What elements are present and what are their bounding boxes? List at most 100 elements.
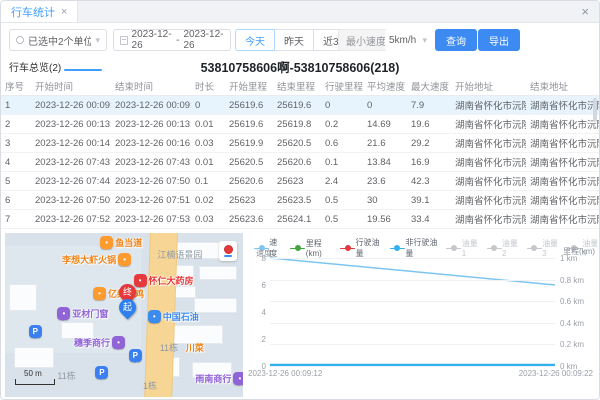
chart-plot: 1 km0.8 km0.6 km0.4 km0.2 km0 km86420: [270, 258, 555, 366]
table-cell: 湖南省怀化市沅陵县沅...: [526, 155, 600, 169]
table-cell: 湖南省怀化市沅陵县沅...: [526, 193, 600, 207]
poi-marker[interactable]: 雨南商行•: [195, 372, 243, 385]
legend-item[interactable]: 里程(km): [290, 238, 332, 258]
column-header[interactable]: 开始时间: [31, 79, 111, 93]
legend-item[interactable]: 行驶油量: [340, 237, 382, 259]
table-cell: 2023-12-26 07:43:48: [111, 157, 191, 168]
table-cell: 湖南省怀化市沅陵县沅...: [451, 155, 526, 169]
min-speed-select[interactable]: 5km/h ▾: [385, 29, 431, 51]
table-cell: 2023-12-26 00:16:18: [111, 138, 191, 149]
legend-line-icon: [340, 245, 352, 252]
tab-close-icon[interactable]: ×: [61, 6, 67, 18]
legend-label: 里程(km): [306, 238, 332, 258]
column-header[interactable]: 结束地址: [526, 79, 600, 93]
table-cell: 2023-12-26 07:50:09: [111, 176, 191, 187]
table-cell: 2023-12-26 00:13:02: [31, 119, 111, 130]
table-cell: 4: [1, 157, 31, 168]
table-cell: 0.01: [191, 119, 225, 130]
table-cell: 2023-12-26 00:09:12: [31, 100, 111, 111]
expand-icon[interactable]: ›: [328, 33, 332, 45]
column-header[interactable]: 结束里程: [273, 79, 321, 93]
legend-item[interactable]: 油量2: [487, 238, 519, 258]
column-header[interactable]: 结束时间: [111, 79, 191, 93]
close-icon[interactable]: ×: [581, 4, 589, 19]
date-range-picker[interactable]: 2023-12-26 - 2023-12-26: [113, 29, 231, 51]
column-header[interactable]: 开始里程: [225, 79, 273, 93]
date-separator: -: [176, 35, 179, 46]
poi-pin-icon: •: [118, 253, 131, 266]
table-cell: 湖南省怀化市沅陵县沅...: [526, 98, 600, 112]
poi-marker[interactable]: •鱼当道: [100, 236, 142, 249]
legend-label: 油量2: [502, 238, 519, 258]
legend-item[interactable]: 油量1: [446, 238, 478, 258]
poi-label[interactable]: 川菜: [186, 341, 204, 354]
column-header[interactable]: 时长: [191, 79, 225, 93]
table-cell: 2023-12-26 07:52:00: [31, 214, 111, 225]
table-scrollbar-thumb[interactable]: [593, 98, 597, 122]
legend-item[interactable]: 非行驶油量: [390, 237, 438, 259]
tab-driving-overview[interactable]: 行车总览(2): [9, 59, 61, 74]
table-cell: 5: [1, 176, 31, 187]
poi-marker[interactable]: 穗季商行•: [74, 336, 125, 349]
quick-range-button[interactable]: 今天: [235, 29, 275, 51]
traffic-layer-control[interactable]: [219, 241, 237, 261]
y-left-tick: 4: [262, 308, 270, 317]
table-row[interactable]: 22023-12-26 00:13:022023-12-26 00:13:510…: [1, 115, 600, 134]
quick-range-button[interactable]: 昨天: [274, 29, 314, 51]
traffic-light-icon: [224, 245, 233, 254]
y-right-tick: 1 km: [555, 254, 577, 263]
table-cell: 30: [363, 195, 407, 206]
table-row[interactable]: 62023-12-26 07:50:302023-12-26 07:51:300…: [1, 191, 600, 210]
table-cell: 0.03: [191, 138, 225, 149]
poi-marker[interactable]: •中国石油: [148, 310, 199, 323]
poi-marker[interactable]: 李想大虾火锅•: [62, 253, 131, 266]
legend-label: 行驶油量: [356, 237, 382, 259]
table-cell: 湖南省怀化市沅陵县沅...: [451, 212, 526, 226]
table-row[interactable]: 52023-12-26 07:44:032023-12-26 07:50:090…: [1, 172, 600, 191]
map-panel[interactable]: •鱼当道李想大虾火锅•江楠语景园•怀仁大药房•亿柴火鸡•亚材门窗•中国石油穗季商…: [5, 233, 243, 397]
column-header[interactable]: 平均速度: [363, 79, 407, 93]
table-cell: 0: [363, 100, 407, 111]
table-cell: 2023-12-26 00:13:51: [111, 119, 191, 130]
poi-label: 鱼当道: [115, 236, 142, 249]
y-right-tick: 0.6 km: [555, 297, 584, 306]
parking-marker-icon[interactable]: P: [129, 349, 142, 362]
parking-marker-icon[interactable]: P: [29, 325, 42, 338]
map-building: [10, 285, 36, 310]
table-row[interactable]: 12023-12-26 00:09:122023-12-26 00:09:250…: [1, 96, 600, 115]
legend-label: 油量1: [462, 238, 479, 258]
table-cell: 湖南省怀化市沅陵县沅...: [526, 117, 600, 131]
table-row[interactable]: 72023-12-26 07:52:002023-12-26 07:53:320…: [1, 210, 600, 229]
tab-driving-statistics[interactable]: 行车统计 ×: [1, 1, 78, 22]
map-area-label: 江楠语景园: [157, 248, 202, 261]
table-cell: 0.01: [191, 157, 225, 168]
poi-label: 穗季商行: [74, 336, 110, 349]
column-header[interactable]: 序号: [1, 79, 31, 93]
table-cell: 湖南省怀化市沅陵县沅...: [526, 174, 600, 188]
min-speed-value: 5km/h: [389, 35, 416, 46]
query-button[interactable]: 查询: [435, 29, 477, 51]
table-row[interactable]: 42023-12-26 07:43:222023-12-26 07:43:480…: [1, 153, 600, 172]
table-cell: 0.02: [191, 195, 225, 206]
table-cell: 25619.6: [225, 100, 273, 111]
export-button[interactable]: 导出: [478, 29, 520, 51]
poi-marker[interactable]: •怀仁大药房: [134, 274, 194, 287]
table-cell: 2023-12-26 00:14:38: [31, 138, 111, 149]
date-start: 2023-12-26: [132, 29, 173, 51]
column-header[interactable]: 开始地址: [451, 79, 526, 93]
table-cell: 19.56: [363, 214, 407, 225]
table-cell: 2023-12-26 07:43:22: [31, 157, 111, 168]
table-cell: 6: [1, 195, 31, 206]
unit-select[interactable]: 已选中2个单位 ▾: [9, 29, 107, 51]
map-area-label: 11栋: [160, 341, 178, 354]
table-cell: 25624.1: [273, 214, 321, 225]
vehicle-title: 53810758606啊-53810758606(218): [1, 57, 599, 76]
poi-marker[interactable]: •亚材门窗: [57, 307, 108, 320]
table-cell: 湖南省怀化市沅陵县沅...: [451, 136, 526, 150]
table-cell: 25623: [273, 176, 321, 187]
parking-marker-icon[interactable]: P: [95, 366, 108, 379]
map-building: [200, 267, 236, 278]
column-header[interactable]: 行驶里程: [321, 79, 363, 93]
column-header[interactable]: 最大速度: [407, 79, 451, 93]
table-row[interactable]: 32023-12-26 00:14:382023-12-26 00:16:180…: [1, 134, 600, 153]
